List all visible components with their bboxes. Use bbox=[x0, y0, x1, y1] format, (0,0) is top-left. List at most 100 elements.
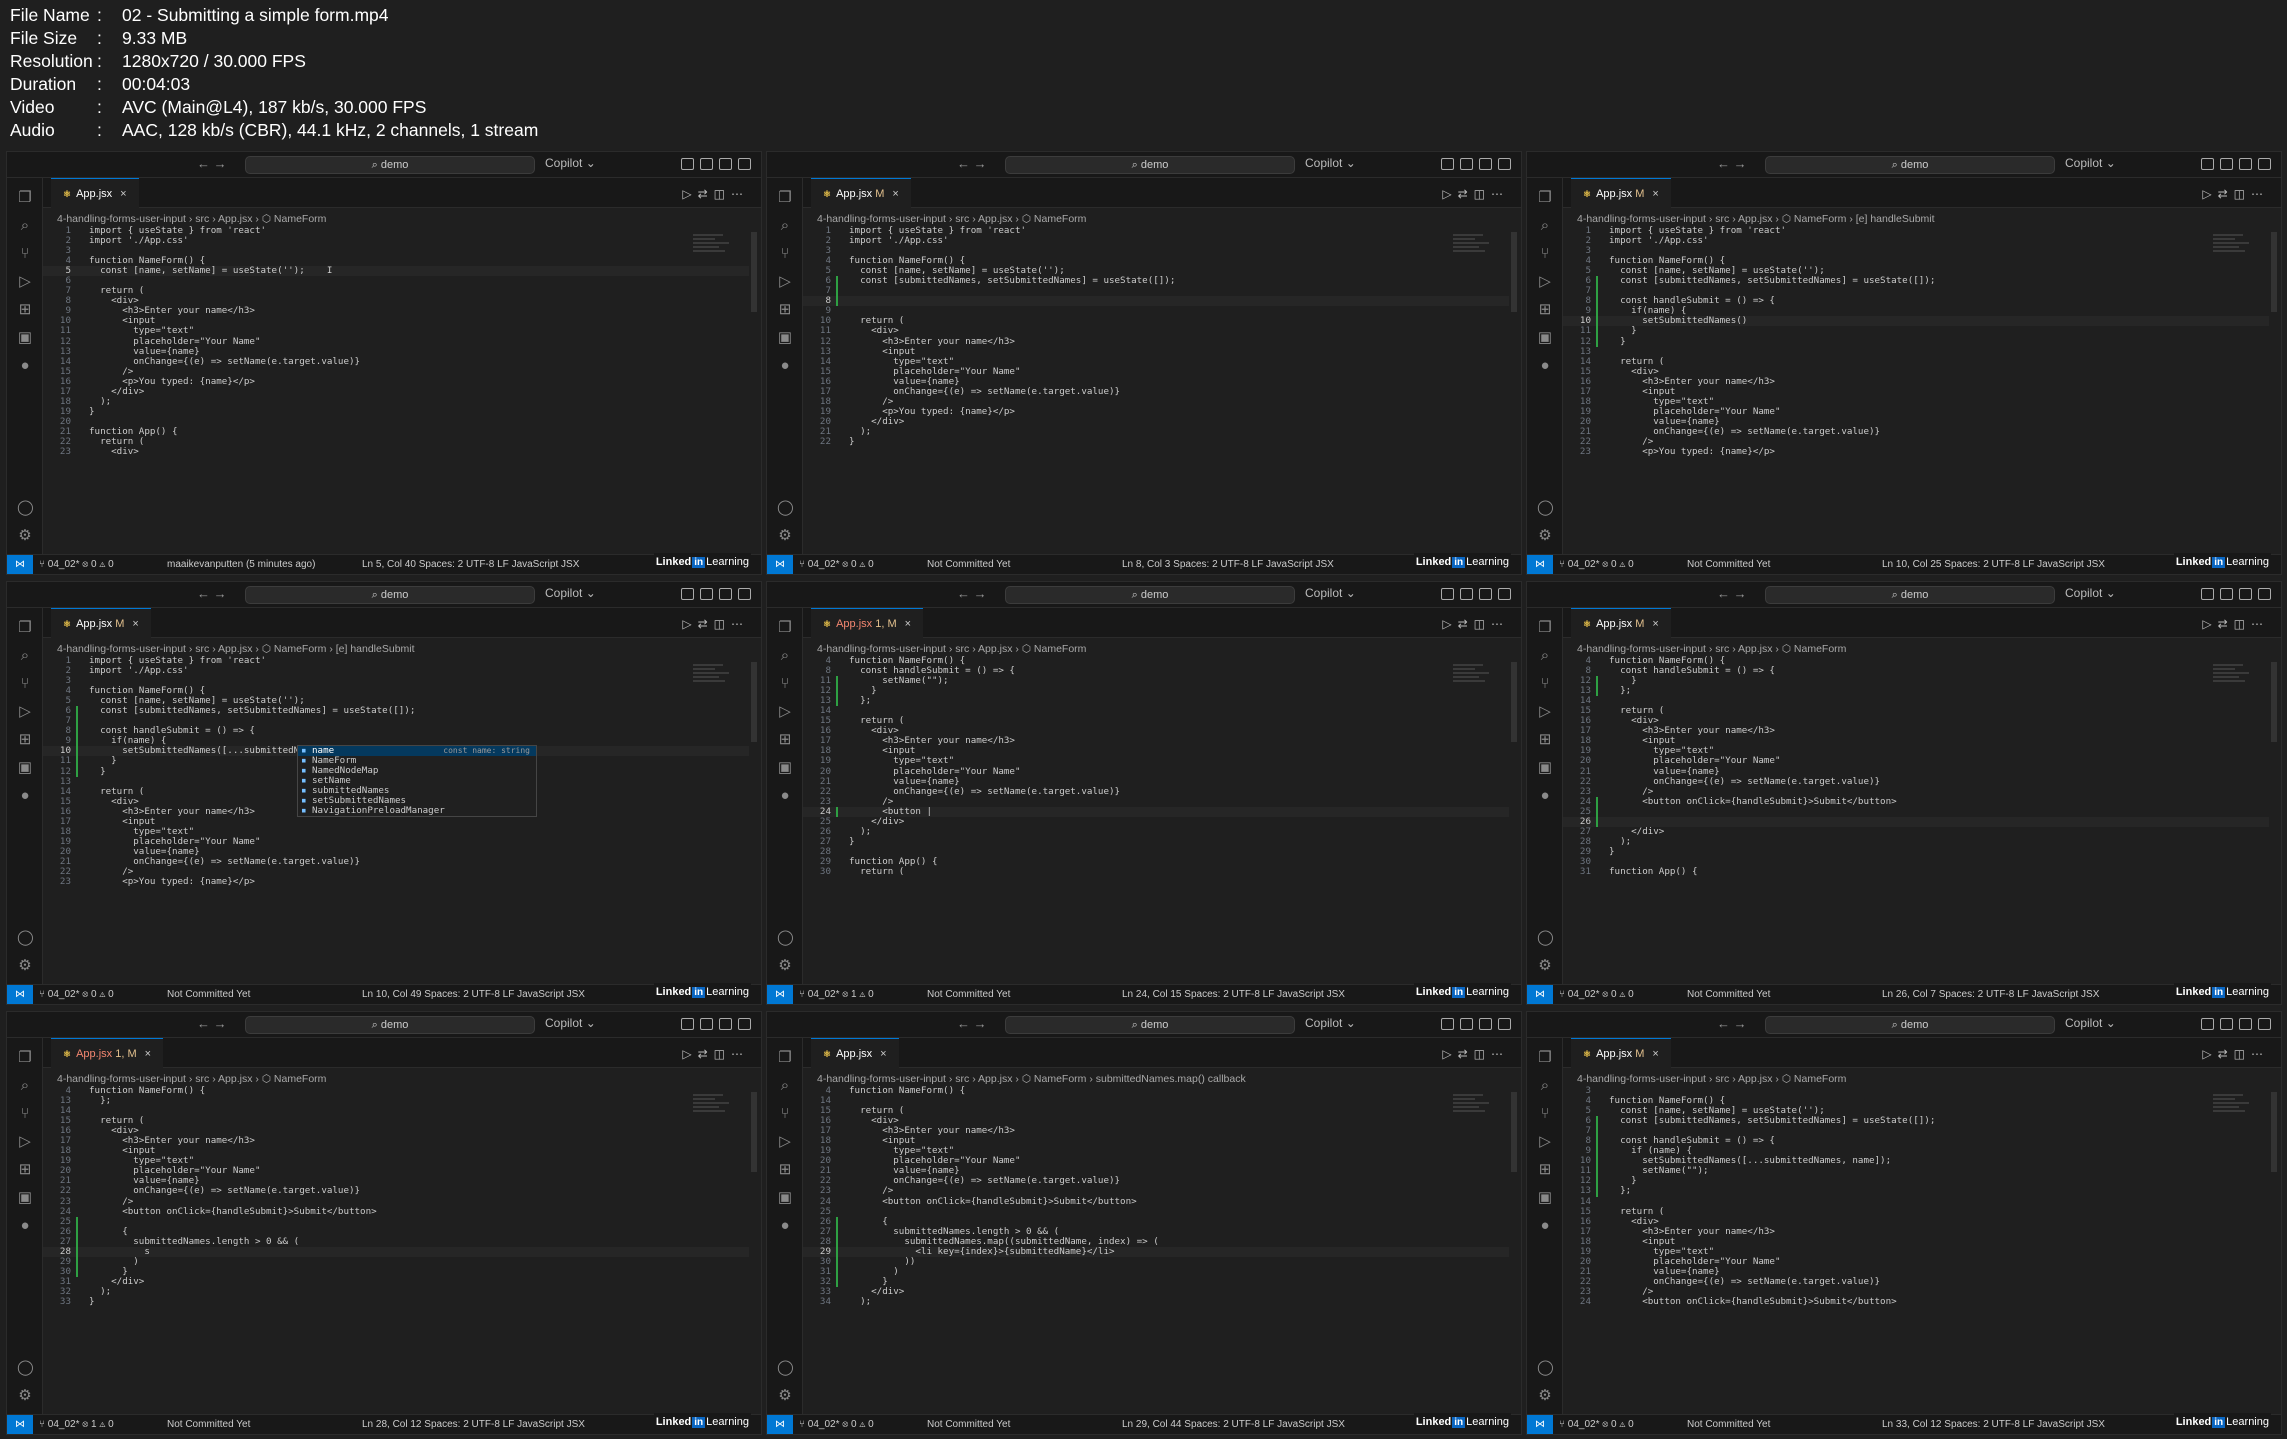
close-icon[interactable]: × bbox=[892, 188, 898, 200]
code-line[interactable]: 17 onChange={(e) => setName(e.target.val… bbox=[803, 386, 1509, 397]
breadcrumb[interactable]: 4-handling-forms-user-input › src › App.… bbox=[817, 643, 1086, 655]
code-line[interactable]: 24 <button onClick={handleSubmit}>Submit… bbox=[1563, 796, 2269, 807]
problems-indicator[interactable]: ⊗ 1 ⚠ 0 bbox=[82, 1419, 113, 1430]
github-icon[interactable]: ● bbox=[1537, 358, 1553, 374]
command-center-search[interactable]: ⌕ demo bbox=[1765, 586, 2055, 604]
code-line[interactable]: 10 return ( bbox=[803, 316, 1509, 326]
code-line[interactable]: 14 return ( bbox=[1563, 356, 2269, 367]
editor-actions[interactable]: ▷⇄◫⋯ bbox=[682, 1047, 749, 1061]
code-line[interactable]: 29} bbox=[1563, 846, 2269, 857]
code-line[interactable]: 22 onChange={(e) => setName(e.target.val… bbox=[1563, 776, 2269, 787]
code-line[interactable]: 15 return ( bbox=[43, 1116, 749, 1126]
code-line[interactable]: 32 } bbox=[803, 1276, 1509, 1287]
code-line[interactable]: 12 } bbox=[1563, 1176, 2269, 1187]
code-line[interactable]: 28 s bbox=[43, 1246, 749, 1257]
code-line[interactable]: 6 const [submittedNames, setSubmittedNam… bbox=[43, 706, 749, 717]
editor-actions[interactable]: ▷⇄◫⋯ bbox=[1442, 617, 1509, 631]
branch-name[interactable]: 04_02* bbox=[808, 989, 840, 1000]
encoding[interactable]: UTF-8 bbox=[1232, 989, 1260, 1000]
copilot-icon[interactable]: Copilot ⌄ bbox=[1305, 586, 1356, 600]
editor-actions[interactable]: ▷⇄◫⋯ bbox=[1442, 187, 1509, 201]
code-line[interactable]: 23 <p>You typed: {name}</p> bbox=[1563, 446, 2269, 457]
account-icon[interactable]: ◯ bbox=[1537, 500, 1554, 516]
tab-app-jsx[interactable]: ⚛ App.jsx M × bbox=[811, 178, 911, 208]
indentation[interactable]: Spaces: 2 bbox=[424, 989, 468, 1000]
extensions-icon[interactable]: ⊞ bbox=[17, 732, 33, 748]
run-debug-icon[interactable]: ▷ bbox=[17, 274, 33, 290]
source-control-icon[interactable]: ⑂ bbox=[1537, 676, 1553, 692]
secondary-sidebar-icon[interactable] bbox=[2258, 158, 2271, 170]
copilot-icon[interactable]: Copilot ⌄ bbox=[545, 586, 596, 600]
code-line[interactable]: 34 ); bbox=[803, 1296, 1509, 1307]
sidebar-toggle-icon[interactable] bbox=[700, 158, 713, 170]
explorer-icon[interactable]: ❐ bbox=[777, 620, 793, 636]
secondary-sidebar-icon[interactable] bbox=[738, 1018, 751, 1030]
secondary-sidebar-icon[interactable] bbox=[738, 158, 751, 170]
code-line[interactable]: 14 bbox=[1563, 1196, 2269, 1207]
code-line[interactable]: 15 return ( bbox=[803, 716, 1509, 726]
breadcrumb[interactable]: 4-handling-forms-user-input › src › App.… bbox=[57, 1073, 326, 1085]
close-icon[interactable]: × bbox=[145, 1048, 151, 1060]
panel-toggle-icon[interactable] bbox=[1479, 158, 1492, 170]
branch-name[interactable]: 04_02* bbox=[1568, 989, 1600, 1000]
branch-name[interactable]: 04_02* bbox=[48, 559, 80, 570]
language-mode[interactable]: JavaScript JSX bbox=[517, 989, 585, 1000]
encoding[interactable]: UTF-8 bbox=[1986, 989, 2014, 1000]
code-line[interactable]: 11 setName(""); bbox=[1563, 1166, 2269, 1177]
close-icon[interactable]: × bbox=[120, 188, 126, 200]
sidebar-toggle-icon[interactable] bbox=[2220, 158, 2233, 170]
run-debug-icon[interactable]: ▷ bbox=[1537, 704, 1553, 720]
code-line[interactable]: 6 const [submittedNames, setSubmittedNam… bbox=[803, 276, 1509, 287]
code-line[interactable]: 21 onChange={(e) => setName(e.target.val… bbox=[1563, 426, 2269, 437]
remote-indicator-icon[interactable]: ⋈ bbox=[767, 555, 793, 574]
code-line[interactable]: 11 <div> bbox=[803, 326, 1509, 336]
code-line[interactable]: 29 function App() { bbox=[803, 856, 1509, 867]
copilot-icon[interactable]: Copilot ⌄ bbox=[2065, 586, 2116, 600]
code-line[interactable]: 14 bbox=[43, 1106, 749, 1116]
remote-indicator-icon[interactable]: ⋈ bbox=[1527, 555, 1553, 574]
remote-indicator-icon[interactable]: ⋈ bbox=[7, 1415, 33, 1434]
vertical-scrollbar[interactable] bbox=[1511, 662, 1517, 742]
indentation[interactable]: Spaces: 2 bbox=[1939, 989, 1983, 1000]
language-mode[interactable]: JavaScript JSX bbox=[1266, 559, 1334, 570]
code-line[interactable]: 5 const [name, setName] = useState(''); … bbox=[43, 266, 749, 277]
code-line[interactable]: 12 } bbox=[1563, 676, 2269, 687]
github-icon[interactable]: ● bbox=[777, 358, 793, 374]
settings-gear-icon[interactable]: ⚙ bbox=[1537, 1388, 1553, 1404]
copilot-icon[interactable]: Copilot ⌄ bbox=[545, 156, 596, 170]
git-blame[interactable]: Not Committed Yet bbox=[1687, 985, 1770, 1004]
code-line[interactable]: 31 function App() { bbox=[1563, 866, 2269, 877]
code-line[interactable]: 2 import './App.css' bbox=[803, 235, 1509, 246]
code-line[interactable]: 25 bbox=[803, 1206, 1509, 1217]
tab-app-jsx[interactable]: ⚛ App.jsx M × bbox=[51, 608, 151, 638]
github-icon[interactable]: ● bbox=[777, 1218, 793, 1234]
secondary-sidebar-icon[interactable] bbox=[1498, 588, 1511, 600]
code-line[interactable]: 13 }; bbox=[43, 1095, 749, 1106]
editor-actions[interactable]: ▷⇄◫⋯ bbox=[2202, 1047, 2269, 1061]
code-line[interactable]: 24 <button onClick={handleSubmit}>Submit… bbox=[803, 1196, 1509, 1207]
problems-indicator[interactable]: ⊗ 0 ⚠ 0 bbox=[1602, 989, 1633, 1000]
line-ending[interactable]: LF bbox=[497, 559, 509, 570]
code-line[interactable]: 14 onChange={(e) => setName(e.target.val… bbox=[43, 356, 749, 367]
source-control-icon[interactable]: ⑂ bbox=[1537, 246, 1553, 262]
sidebar-toggle-icon[interactable] bbox=[700, 1018, 713, 1030]
close-icon[interactable]: × bbox=[1652, 618, 1658, 630]
sidebar-toggle-icon[interactable] bbox=[1460, 1018, 1473, 1030]
code-line[interactable]: 4 function NameForm() { bbox=[43, 1086, 749, 1096]
code-line[interactable]: 20 placeholder="Your Name" bbox=[1563, 756, 2269, 766]
code-line[interactable]: 9 bbox=[803, 306, 1509, 316]
vertical-scrollbar[interactable] bbox=[2271, 662, 2277, 742]
cursor-position[interactable]: Ln 33, Col 12 bbox=[1882, 1419, 1942, 1430]
encoding[interactable]: UTF-8 bbox=[1992, 1419, 2020, 1430]
containers-icon[interactable]: ▣ bbox=[17, 1190, 33, 1206]
github-icon[interactable]: ● bbox=[17, 1218, 33, 1234]
cursor-position[interactable]: Ln 5, Col 40 bbox=[362, 559, 416, 570]
sidebar-toggle-icon[interactable] bbox=[1460, 588, 1473, 600]
close-icon[interactable]: × bbox=[1652, 188, 1658, 200]
extensions-icon[interactable]: ⊞ bbox=[1537, 732, 1553, 748]
settings-gear-icon[interactable]: ⚙ bbox=[777, 1388, 793, 1404]
secondary-sidebar-icon[interactable] bbox=[1498, 158, 1511, 170]
code-line[interactable]: 30 return ( bbox=[803, 866, 1509, 877]
code-line[interactable]: 2 import './App.css' bbox=[43, 235, 749, 246]
nav-arrows[interactable]: ← → bbox=[957, 156, 987, 171]
